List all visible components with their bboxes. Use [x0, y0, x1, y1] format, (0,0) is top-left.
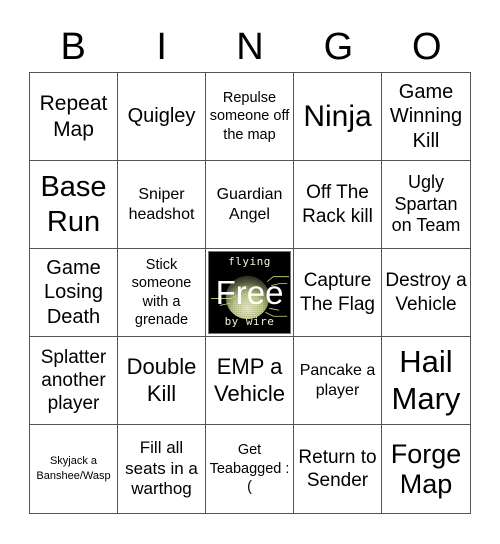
- cell-text: Stick someone with a grenade: [131, 256, 192, 328]
- bingo-cell[interactable]: Pancake a player: [294, 337, 382, 425]
- bingo-cell[interactable]: Return to Sender: [294, 425, 382, 513]
- bingo-cell[interactable]: Fill all seats in a warthog: [118, 425, 206, 513]
- cell-text: Game Winning Kill: [389, 80, 463, 152]
- header-letter-n: N: [236, 26, 264, 68]
- bingo-cell[interactable]: Game Winning Kill: [382, 73, 470, 161]
- bingo-cell[interactable]: Off The Rack kill: [294, 161, 382, 249]
- bingo-cell[interactable]: EMP a Vehicle: [206, 337, 294, 425]
- cell-text: Ugly Spartan on Team: [391, 171, 461, 236]
- bingo-cell[interactable]: Capture The Flag: [294, 249, 382, 337]
- free-space-cell[interactable]: flying Free by wire: [206, 249, 294, 337]
- bingo-cell[interactable]: Hail Mary: [382, 337, 470, 425]
- cell-text: Return to Sender: [298, 446, 377, 491]
- bingo-cell[interactable]: Repulse someone off the map: [206, 73, 294, 161]
- bingo-cell[interactable]: Ugly Spartan on Team: [382, 161, 470, 249]
- cell-text: Capture The Flag: [300, 270, 375, 315]
- bingo-cell[interactable]: Guardian Angel: [206, 161, 294, 249]
- free-image-bottom-text: by wire: [224, 314, 275, 328]
- cell-text: Game Losing Death: [44, 256, 103, 328]
- header-letter-b: B: [60, 26, 86, 68]
- bingo-cell[interactable]: Base Run: [30, 161, 118, 249]
- bingo-cell[interactable]: Get Teabagged :(: [206, 425, 294, 513]
- cell-text: Base Run: [40, 171, 107, 238]
- header-letter-g: G: [323, 26, 354, 68]
- bingo-cell[interactable]: Game Losing Death: [30, 249, 118, 337]
- header-letter-i: I: [156, 26, 167, 68]
- cell-text: EMP a Vehicle: [214, 354, 285, 406]
- cell-text: Fill all seats in a warthog: [125, 437, 198, 499]
- bingo-cell[interactable]: Sniper headshot: [118, 161, 206, 249]
- bingo-cell[interactable]: Quigley: [118, 73, 206, 161]
- free-image-top-text: flying: [228, 255, 271, 268]
- cell-text: Sniper headshot: [128, 186, 195, 223]
- cell-text: Repulse someone off the map: [209, 89, 290, 143]
- cell-text: Destroy a Vehicle: [385, 270, 467, 315]
- bingo-cell[interactable]: Double Kill: [118, 337, 206, 425]
- bingo-cell[interactable]: Forge Map: [382, 425, 470, 513]
- header-letter-o: O: [412, 26, 442, 68]
- cell-text: Ninja: [303, 99, 372, 133]
- cell-text: Skyjack a Banshee/Wasp: [36, 454, 111, 482]
- bingo-cell[interactable]: Ninja: [294, 73, 382, 161]
- cell-text: Forge Map: [390, 438, 462, 499]
- free-space-image: flying Free by wire: [208, 251, 291, 334]
- cell-text: Repeat Map: [39, 91, 108, 141]
- bingo-cell[interactable]: Stick someone with a grenade: [118, 249, 206, 337]
- cell-text: Quigley: [127, 105, 196, 128]
- cell-text: Hail Mary: [391, 343, 461, 416]
- cell-text: Off The Rack kill: [302, 182, 373, 227]
- cell-text: Get Teabagged :(: [209, 442, 290, 496]
- free-label: Free: [215, 274, 284, 311]
- bingo-board: Repeat Map Quigley Repulse someone off t…: [29, 72, 471, 514]
- bingo-cell[interactable]: Destroy a Vehicle: [382, 249, 470, 337]
- cell-text: Guardian Angel: [216, 186, 283, 223]
- bingo-cell[interactable]: Skyjack a Banshee/Wasp: [30, 425, 118, 513]
- cell-text: Pancake a player: [299, 362, 376, 399]
- cell-text: Splatter another player: [40, 346, 107, 415]
- bingo-header: B I N G O: [29, 22, 471, 72]
- bingo-cell[interactable]: Repeat Map: [30, 73, 118, 161]
- bingo-cell[interactable]: Splatter another player: [30, 337, 118, 425]
- cell-text: Double Kill: [126, 354, 197, 406]
